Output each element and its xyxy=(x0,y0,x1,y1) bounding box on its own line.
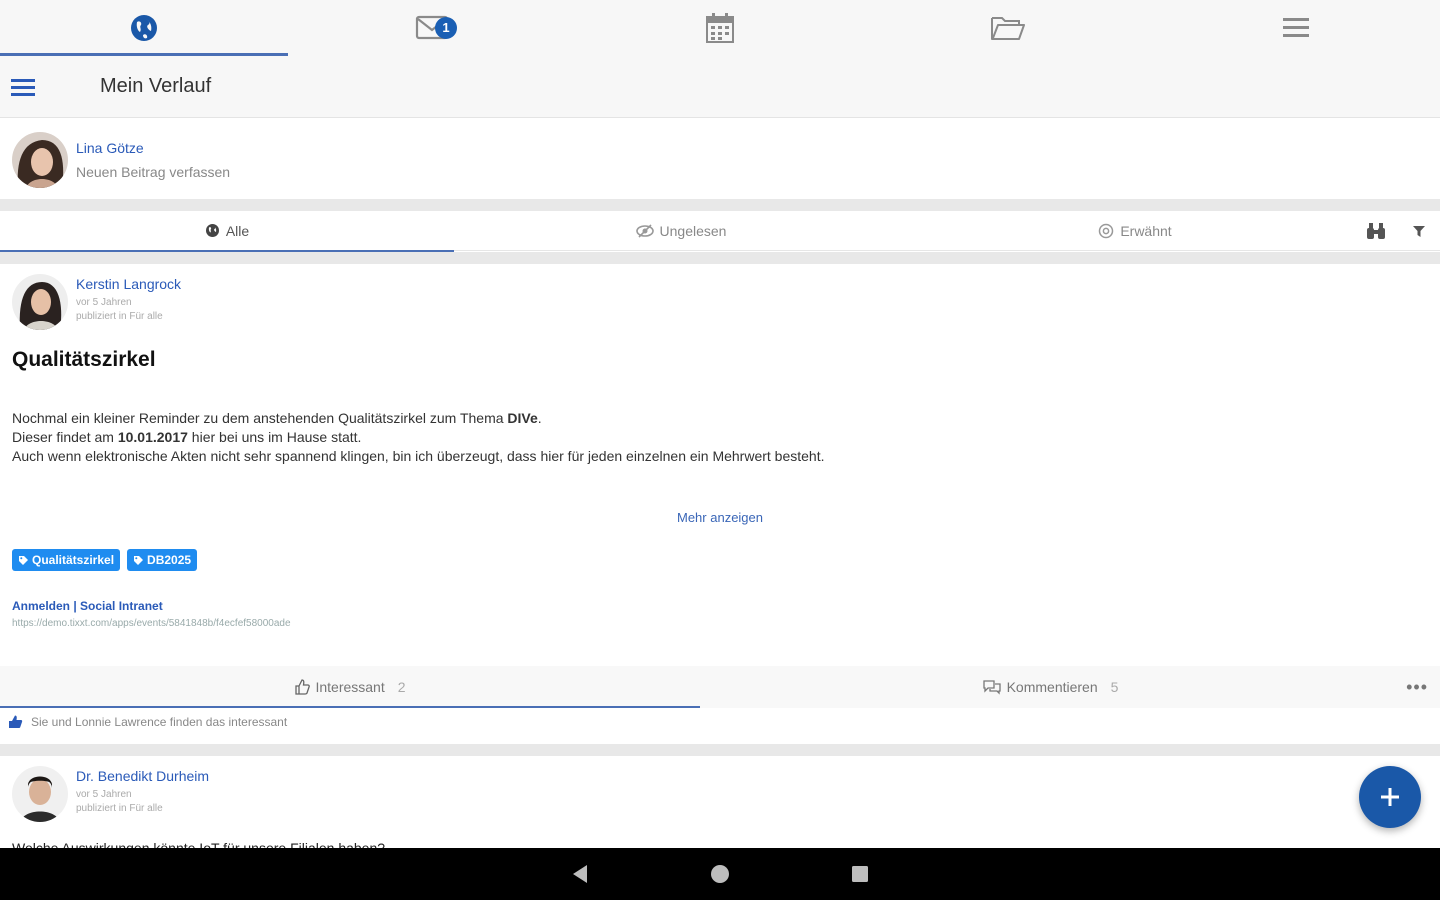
new-post-button[interactable] xyxy=(1359,766,1421,828)
tag-icon xyxy=(134,555,144,565)
top-navigation: 1 xyxy=(0,0,1440,56)
filter-bar: Alle Ungelesen Erwähnt xyxy=(0,211,1440,252)
post-header: Dr. Benedikt Durheim vor 5 Jahren publiz… xyxy=(12,766,209,822)
filter-mentioned-label: Erwähnt xyxy=(1120,222,1172,239)
avatar[interactable] xyxy=(12,766,68,822)
at-icon xyxy=(1099,223,1114,238)
show-more-link[interactable]: Mehr anzeigen xyxy=(0,510,1440,525)
title-bar: Mein Verlauf xyxy=(0,56,1440,118)
calendar-icon xyxy=(706,13,734,43)
comment-count: 5 xyxy=(1110,679,1119,695)
drawer-button[interactable] xyxy=(0,77,46,97)
tag-chip[interactable]: DB2025 xyxy=(127,549,198,571)
globe-icon xyxy=(205,224,219,237)
avatar xyxy=(12,132,68,188)
recents-icon[interactable] xyxy=(850,864,870,884)
composer-user-name[interactable]: Lina Götze xyxy=(76,140,230,156)
post-card: Dr. Benedikt Durheim vor 5 Jahren publiz… xyxy=(0,756,1440,848)
post-time: vor 5 Jahren xyxy=(76,789,132,800)
tab-files[interactable] xyxy=(864,0,1152,56)
divider xyxy=(0,252,1440,264)
post-body: Nochmal ein kleiner Reminder zu dem anst… xyxy=(12,409,1412,466)
post-author[interactable]: Dr. Benedikt Durheim xyxy=(76,768,209,784)
tab-more[interactable] xyxy=(1152,0,1440,56)
post-body-line: Dieser findet am 10.01.2017 hier bei uns… xyxy=(12,429,362,445)
eye-slash-icon xyxy=(635,223,654,238)
tag-icon xyxy=(19,555,28,565)
filter-unread[interactable]: Ungelesen xyxy=(454,211,908,251)
post-card: Kerstin Langrock vor 5 Jahren publiziert… xyxy=(0,264,1440,744)
thumbs-up-icon xyxy=(295,679,311,695)
tag-chip[interactable]: Qualitätszirkel xyxy=(12,549,121,571)
post-body-line: Welche Auswirkungen könnte IoT für unser… xyxy=(12,840,386,848)
binoculars-icon[interactable] xyxy=(1366,222,1386,240)
post-header: Kerstin Langrock vor 5 Jahren publiziert… xyxy=(12,274,181,330)
home-icon[interactable] xyxy=(710,864,730,884)
divider xyxy=(0,199,1440,211)
tag-list: Qualitätszirkel DB2025 xyxy=(12,549,198,571)
post-actions: Interessant 2 Kommentieren 5 ••• xyxy=(0,666,1440,708)
post-published-in: publiziert in Für alle xyxy=(76,311,163,322)
hamburger-icon xyxy=(11,78,35,96)
post-time: vor 5 Jahren xyxy=(76,297,132,308)
folder-icon xyxy=(991,17,1025,40)
tab-stream[interactable] xyxy=(0,0,288,56)
filter-icon[interactable] xyxy=(1412,224,1426,238)
app: 1 Mein Verlauf Lina Götze Neuen Beitrag … xyxy=(0,0,1440,900)
tab-messages[interactable]: 1 xyxy=(288,0,576,56)
back-icon[interactable] xyxy=(570,863,590,885)
filter-unread-label: Ungelesen xyxy=(659,222,727,239)
post-body-line: Auch wenn elektronische Akten nicht sehr… xyxy=(12,448,825,464)
post-published-in: publiziert in Für alle xyxy=(76,803,163,814)
comments-icon xyxy=(982,680,1001,695)
menu-icon xyxy=(1283,18,1309,37)
composer-placeholder[interactable]: Neuen Beitrag verfassen xyxy=(76,164,230,180)
post-body-line: Nochmal ein kleiner Reminder zu dem anst… xyxy=(12,410,542,426)
thumbs-up-icon xyxy=(9,715,23,728)
unread-badge: 1 xyxy=(435,16,457,39)
filter-mentioned[interactable]: Erwähnt xyxy=(908,211,1362,251)
avatar[interactable] xyxy=(12,274,68,330)
filter-all-label: Alle xyxy=(225,222,250,239)
divider xyxy=(0,744,1440,756)
interesting-button[interactable]: Interessant 2 xyxy=(0,666,700,708)
comment-button[interactable]: Kommentieren 5 xyxy=(700,666,1400,708)
filter-all[interactable]: Alle xyxy=(0,211,454,252)
post-author[interactable]: Kerstin Langrock xyxy=(76,276,181,292)
tab-calendar[interactable] xyxy=(576,0,864,56)
post-title: Qualitätszirkel xyxy=(12,348,156,371)
page-title: Mein Verlauf xyxy=(100,75,212,97)
link-preview-url: https://demo.tixxt.com/apps/events/58418… xyxy=(12,618,291,629)
post-composer[interactable]: Lina Götze Neuen Beitrag verfassen xyxy=(0,121,1440,199)
likes-summary[interactable]: Sie und Lonnie Lawrence finden das inter… xyxy=(8,715,287,729)
more-options-icon[interactable]: ••• xyxy=(1406,677,1440,698)
plus-icon xyxy=(1381,788,1399,806)
link-preview-title[interactable]: Anmelden | Social Intranet xyxy=(12,599,291,613)
interesting-count: 2 xyxy=(397,679,406,695)
system-navigation-bar xyxy=(0,848,1440,900)
globe-icon xyxy=(131,15,157,41)
link-preview[interactable]: Anmelden | Social Intranet https://demo.… xyxy=(12,599,291,629)
